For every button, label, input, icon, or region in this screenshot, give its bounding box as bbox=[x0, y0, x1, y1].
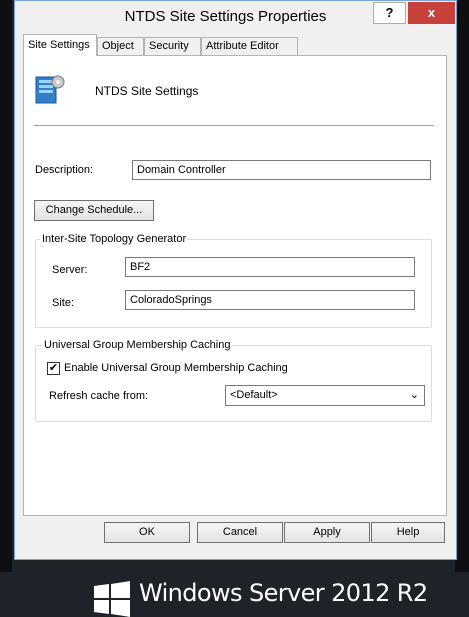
refresh-cache-label: Refresh cache from: bbox=[49, 390, 149, 402]
tab-panel-site-settings: NTDS Site Settings Description: Domain C… bbox=[23, 55, 447, 516]
windows-logo-icon bbox=[94, 581, 130, 617]
help-button[interactable]: Help bbox=[371, 522, 445, 543]
site-label: Site: bbox=[52, 297, 75, 309]
description-label: Description: bbox=[35, 164, 94, 176]
server-label: Server: bbox=[52, 264, 88, 276]
close-button[interactable]: x bbox=[408, 2, 455, 24]
tab-security[interactable]: Security bbox=[144, 37, 201, 55]
tab-object[interactable]: Object bbox=[97, 37, 144, 55]
ugmc-group-title: Universal Group Membership Caching bbox=[42, 339, 233, 351]
apply-button[interactable]: Apply bbox=[284, 522, 370, 543]
help-title-button[interactable]: ? bbox=[373, 2, 406, 24]
refresh-cache-value: <Default> bbox=[230, 389, 278, 401]
window-title: NTDS Site Settings Properties bbox=[124, 8, 327, 25]
properties-dialog: NTDS Site Settings Properties ? x Site S… bbox=[14, 0, 457, 560]
istg-group bbox=[35, 239, 432, 328]
cancel-button[interactable]: Cancel bbox=[197, 522, 283, 543]
ntds-site-settings-icon bbox=[35, 75, 65, 104]
title-bar[interactable]: NTDS Site Settings Properties ? x bbox=[15, 1, 456, 31]
object-name: NTDS Site Settings bbox=[95, 84, 199, 98]
site-field[interactable]: ColoradoSprings bbox=[125, 290, 415, 310]
ok-button[interactable]: OK bbox=[104, 522, 190, 543]
istg-group-title: Inter-Site Topology Generator bbox=[40, 233, 189, 245]
tab-attribute-editor[interactable]: Attribute Editor bbox=[201, 37, 298, 55]
banner-text: Windows Server 2012 R2 bbox=[139, 579, 428, 607]
desktop-edge-right bbox=[455, 0, 469, 616]
enable-caching-label[interactable]: Enable Universal Group Membership Cachin… bbox=[64, 362, 288, 374]
description-field[interactable]: Domain Controller bbox=[132, 160, 431, 180]
enable-caching-checkbox[interactable]: ✔ bbox=[47, 362, 60, 375]
windows-server-banner: Windows Server 2012 R2 bbox=[0, 572, 469, 617]
separator bbox=[34, 125, 434, 126]
change-schedule-button[interactable]: Change Schedule... bbox=[34, 200, 154, 221]
chevron-down-icon: ⌄ bbox=[409, 389, 419, 401]
tab-site-settings[interactable]: Site Settings bbox=[23, 34, 97, 56]
server-field[interactable]: BF2 bbox=[125, 257, 415, 277]
ugmc-group bbox=[35, 345, 432, 422]
desktop-edge-left bbox=[0, 0, 12, 616]
refresh-cache-select[interactable]: <Default> ⌄ bbox=[225, 385, 425, 406]
